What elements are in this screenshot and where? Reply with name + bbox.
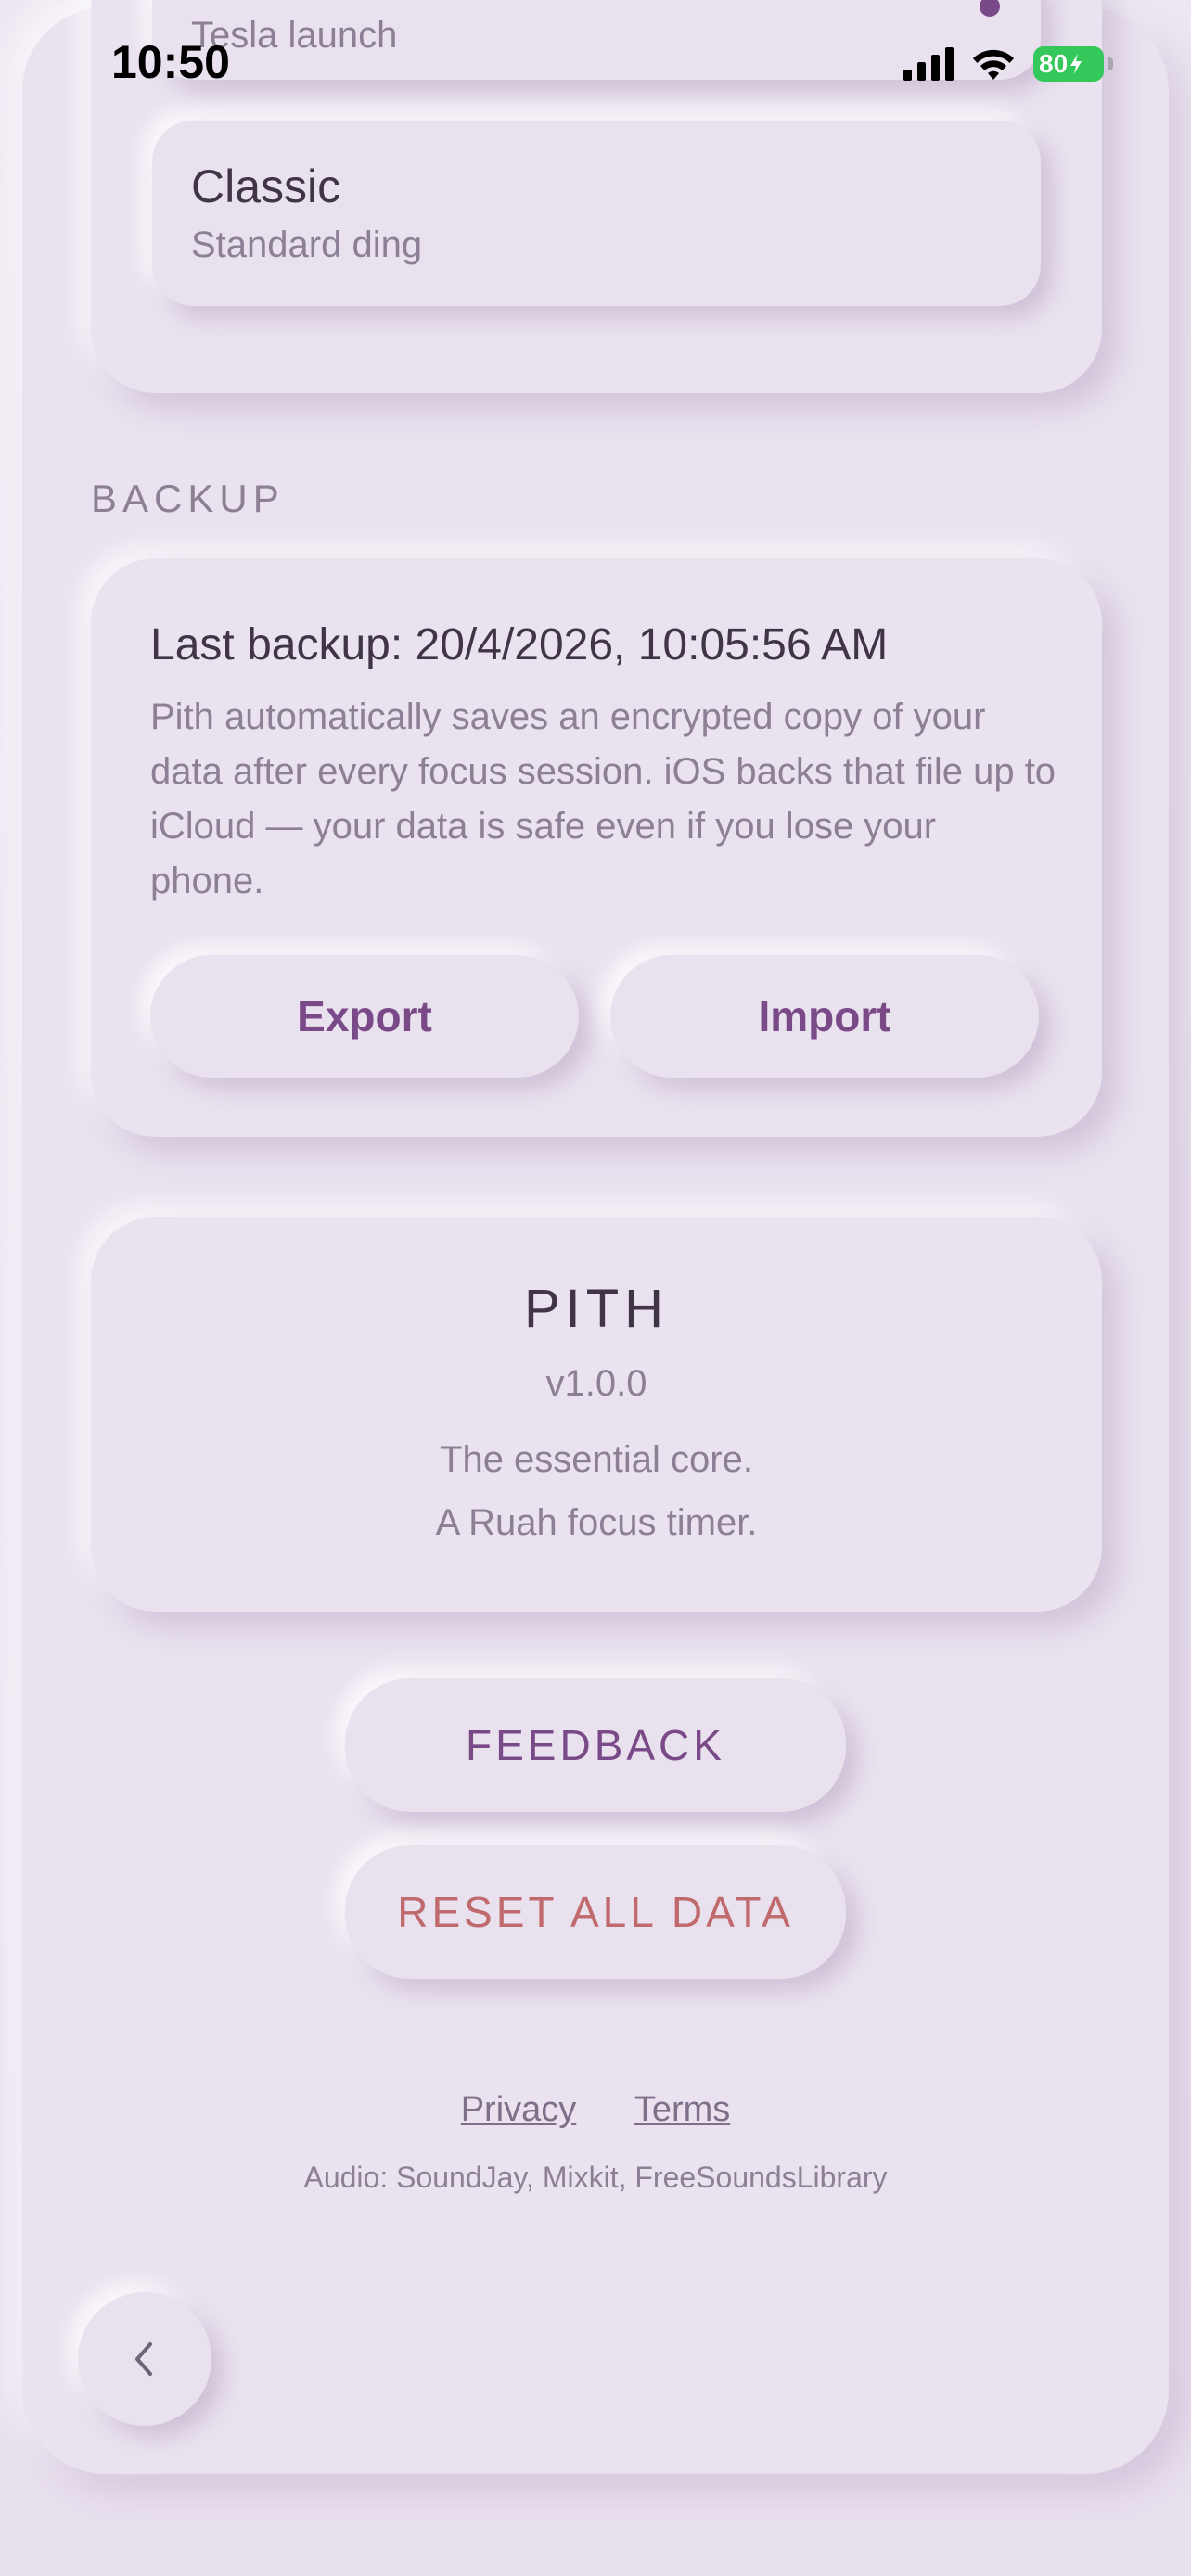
feedback-button[interactable]: FEEDBACK [345,1678,846,1812]
app-tagline: The essential core. [440,1439,753,1480]
sound-option-subtitle: Standard ding [191,224,423,265]
terms-link[interactable]: Terms [634,2090,730,2129]
app-name: PITH [523,1279,670,1339]
about-card: PITH v1.0.0 The essential core. A Ruah f… [91,1217,1102,1612]
status-icons: 80 [903,46,1113,82]
battery-level: 80 [1033,46,1104,82]
backup-description: Pith automatically saves an encrypted co… [150,696,1057,901]
app-version: v1.0.0 [545,1363,647,1404]
backup-card: Last backup: 20/4/2026, 10:05:56 AM Pith… [91,558,1102,1137]
cellular-signal-icon [903,47,954,81]
app-tagline-secondary: A Ruah focus timer. [435,1502,758,1543]
sound-option-classic[interactable]: Classic Standard ding [152,121,1041,306]
battery-icon: 80 [1033,46,1113,82]
import-button[interactable]: Import [610,955,1039,1078]
chevron-left-icon [135,2342,152,2376]
audio-credits: Audio: SoundJay, Mixkit, FreeSoundsLibra… [303,2161,888,2194]
reset-all-data-button[interactable]: RESET ALL DATA [345,1845,846,1979]
selected-indicator [980,0,1000,17]
sound-option-title: Classic [191,160,341,212]
wifi-icon [973,49,1014,80]
status-time: 10:50 [111,36,230,88]
legal-links: Privacy Terms [0,2090,1191,2130]
privacy-link[interactable]: Privacy [461,2090,577,2129]
back-button[interactable] [78,2292,211,2426]
export-button[interactable]: Export [150,955,579,1078]
section-label-backup: BACKUP [91,477,285,520]
last-backup-text: Last backup: 20/4/2026, 10:05:56 AM [150,620,889,670]
